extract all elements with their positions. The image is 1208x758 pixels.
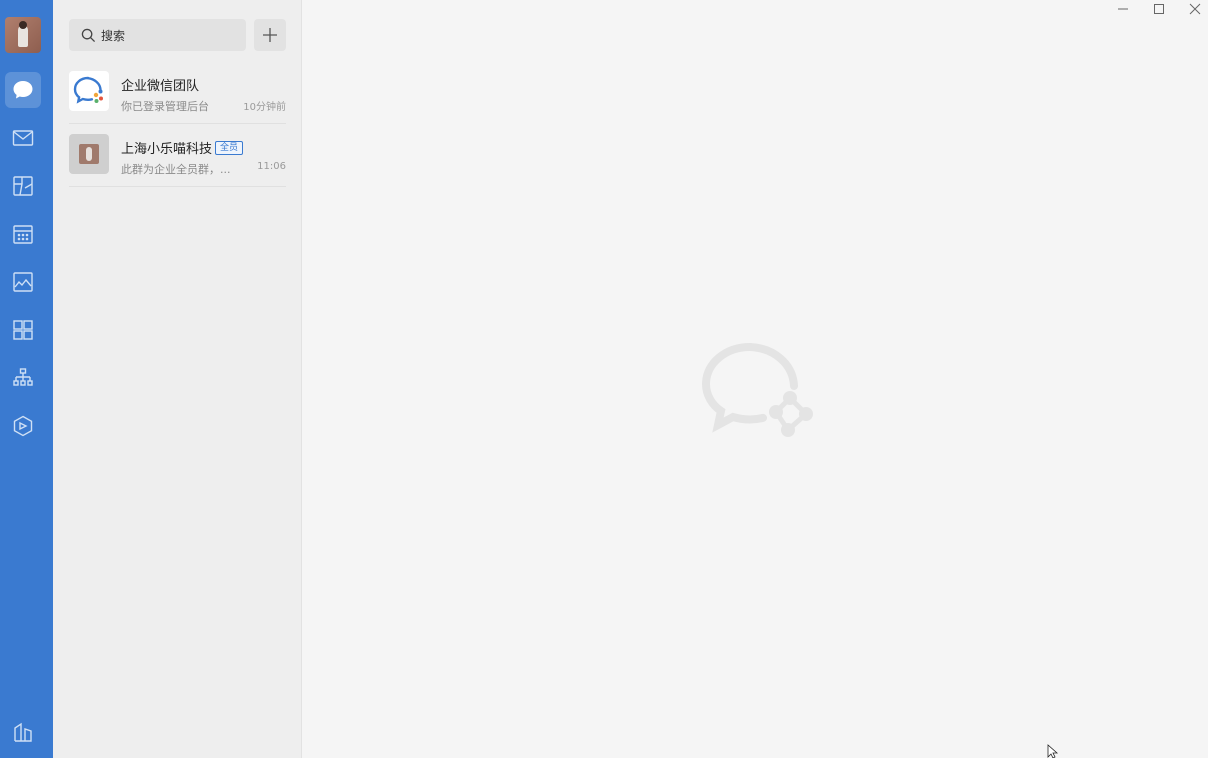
conversation-title-text: 企业微信团队 [121,79,200,94]
nav-docs[interactable] [5,168,41,204]
conversation-preview: 此群为企业全员群，... [121,163,231,176]
group-avatar [69,134,109,174]
apps-icon [13,320,33,340]
group-avatar-figure [86,147,92,161]
close-icon [1189,3,1201,15]
user-avatar[interactable] [5,17,41,53]
org-chart-icon [13,368,33,386]
conversation-title: 上海小乐喵科技 全员 [121,138,244,157]
chat-main-area [302,0,1208,758]
conversation-list-panel: 搜索 企业微信团队 你已登录管理后台 10分钟前 上海小乐喵科技 全员 此群为企… [53,0,302,758]
conversation-preview: 你已登录管理后台 [121,100,209,113]
minimize-icon [1118,8,1128,10]
plus-icon [263,28,277,42]
mail-icon [12,130,34,146]
nav-org[interactable] [5,360,41,396]
nav-photos[interactable] [5,264,41,300]
nav-workbench[interactable] [5,408,41,444]
nav-mail[interactable] [5,120,41,156]
docs-icon [13,176,33,196]
minimize-button[interactable] [1105,0,1141,18]
nav-apps[interactable] [5,312,41,348]
wecom-logo-icon [73,76,103,104]
wecom-team-avatar [69,71,109,111]
building-icon [14,722,32,742]
conversation-title-text: 上海小乐喵科技 [121,142,213,157]
search-placeholder: 搜索 [101,28,126,43]
all-staff-badge: 全员 [215,140,244,155]
search-icon [81,28,96,42]
avatar-head [19,21,27,29]
conversation-time: 10分钟前 [243,102,286,113]
conversation-time: 11:06 [257,161,286,172]
conversation-title: 企业微信团队 [121,75,199,94]
conversation-item[interactable]: 上海小乐喵科技 全员 此群为企业全员群，... 11:06 [69,125,286,187]
chat-icon [13,81,33,99]
search-box[interactable]: 搜索 [69,19,246,51]
maximize-icon [1154,4,1164,14]
cube-icon [13,415,33,437]
photo-icon [13,272,33,292]
add-button[interactable] [254,19,286,51]
app-window: 搜索 企业微信团队 你已登录管理后台 10分钟前 上海小乐喵科技 全员 此群为企… [0,0,1208,758]
nav-calendar[interactable] [5,216,41,252]
group-avatar-photo [79,144,99,164]
nav-rail [0,0,53,758]
close-button[interactable] [1177,0,1208,18]
calendar-icon [13,225,33,244]
mouse-cursor-icon [1047,744,1059,758]
conversation-item[interactable]: 企业微信团队 你已登录管理后台 10分钟前 [69,62,286,124]
wecom-watermark-icon [702,343,813,437]
maximize-button[interactable] [1141,0,1177,18]
nav-messages[interactable] [5,72,41,108]
nav-company[interactable] [5,714,41,750]
